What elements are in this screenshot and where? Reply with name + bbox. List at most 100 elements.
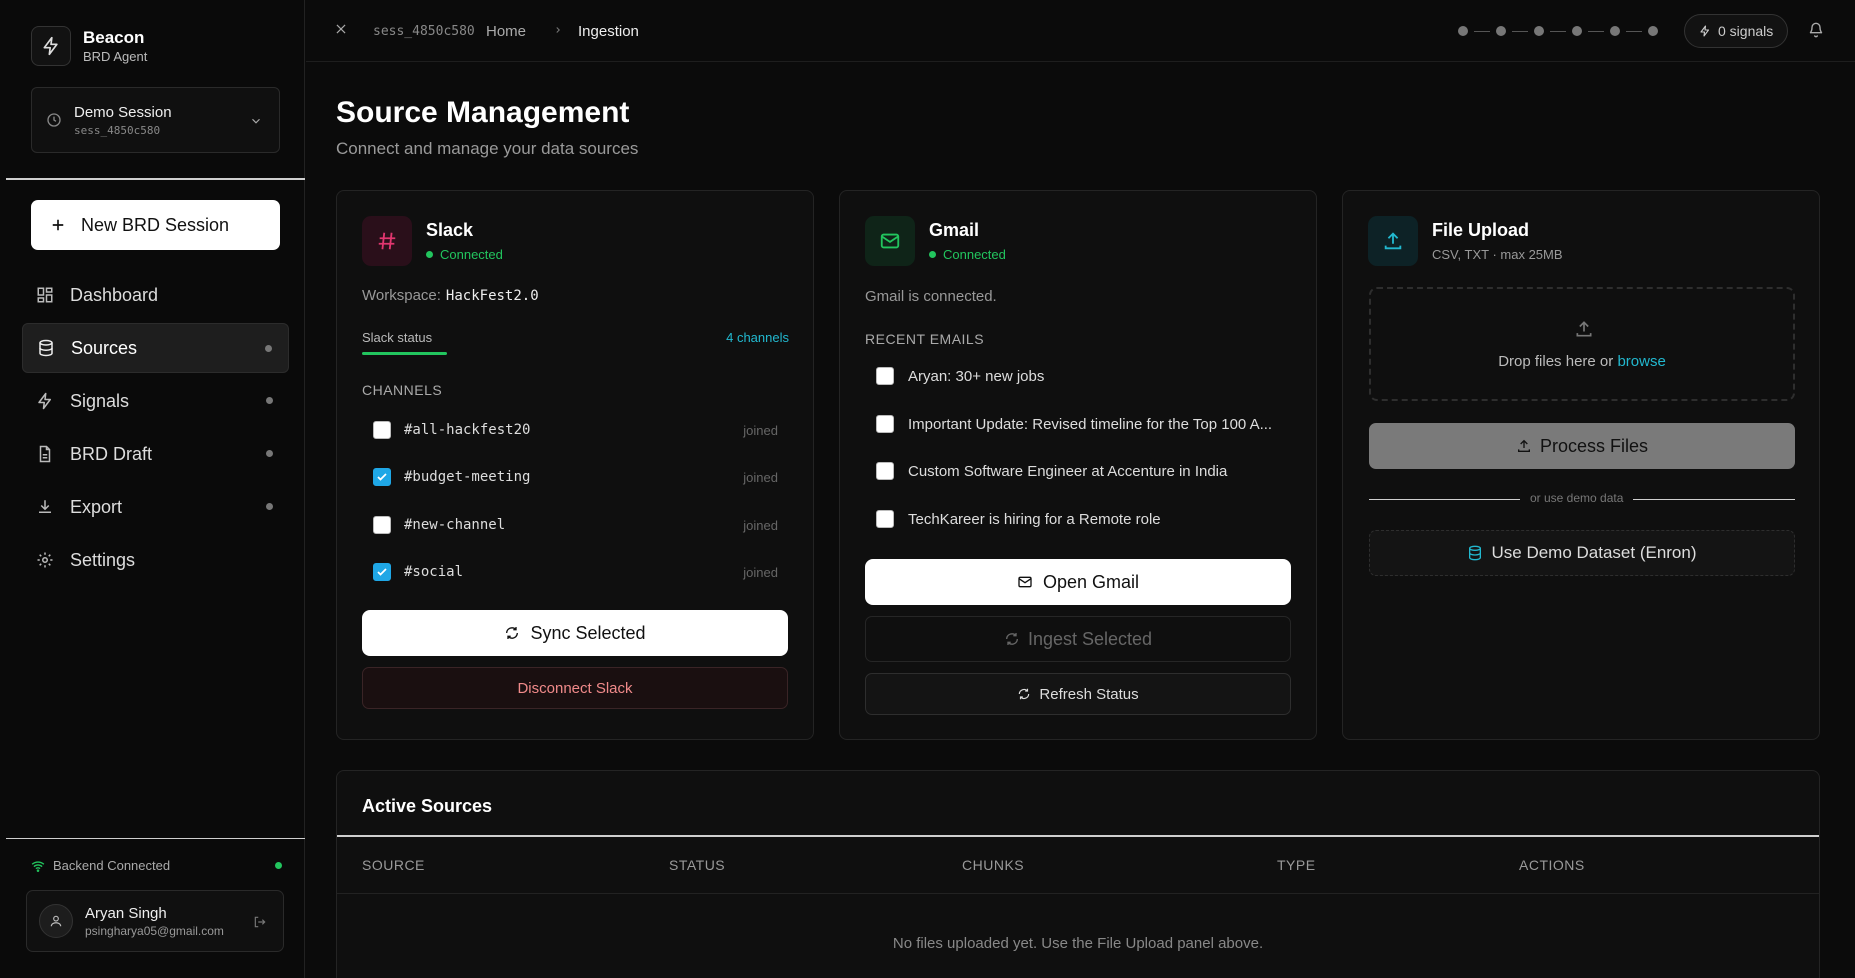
chevron-right-icon xyxy=(553,25,563,35)
breadcrumb-current: Ingestion xyxy=(578,23,639,40)
sync-selected-button[interactable]: Sync Selected xyxy=(362,610,788,656)
sidebar-item-brd-draft[interactable]: BRD Draft xyxy=(22,429,289,479)
gmail-status-label: Connected xyxy=(943,247,1006,262)
channel-checkbox[interactable] xyxy=(373,563,391,581)
ingest-selected-label: Ingest Selected xyxy=(1027,628,1153,649)
close-icon[interactable] xyxy=(334,22,348,36)
step-dot xyxy=(1496,26,1506,36)
brand-logo-bolt-icon xyxy=(31,26,71,66)
use-demo-dataset-button[interactable]: Use Demo Dataset (Enron) xyxy=(1369,530,1795,576)
list-item[interactable]: Aryan: 30+ new jobs xyxy=(876,367,1044,385)
email-checkbox[interactable] xyxy=(876,462,894,480)
channel-name: #all-hackfest20 xyxy=(404,422,531,438)
list-item[interactable]: Important Update: Revised timeline for t… xyxy=(876,415,1272,433)
slack-status-label: Connected xyxy=(440,247,503,262)
download-icon xyxy=(36,498,54,516)
column-header-status: STATUS xyxy=(669,857,726,873)
sidebar-item-settings[interactable]: Settings xyxy=(22,535,289,585)
chevron-down-icon xyxy=(249,114,263,128)
channel-checkbox[interactable] xyxy=(373,421,391,439)
email-checkbox[interactable] xyxy=(876,367,894,385)
mail-icon xyxy=(865,216,915,266)
channel-name: #new-channel xyxy=(404,517,506,533)
backend-status: Backend Connected xyxy=(31,858,282,873)
sidebar-item-signals[interactable]: Signals xyxy=(22,376,289,426)
open-gmail-button[interactable]: Open Gmail xyxy=(865,559,1291,605)
email-subject: Custom Software Engineer at Accenture in… xyxy=(908,462,1228,480)
database-icon xyxy=(1467,545,1483,561)
list-item[interactable]: #budget-meeting joined xyxy=(373,468,778,486)
step-dot xyxy=(1458,26,1468,36)
step-dot xyxy=(1648,26,1658,36)
channel-checkbox[interactable] xyxy=(373,516,391,534)
sidebar-bottom-divider xyxy=(6,838,305,839)
channel-checkbox[interactable] xyxy=(373,468,391,486)
database-icon xyxy=(37,339,55,357)
sidebar-item-label: Dashboard xyxy=(70,284,159,305)
sidebar-item-label: Signals xyxy=(70,390,130,411)
ingest-selected-button[interactable]: Ingest Selected xyxy=(865,616,1291,662)
signals-badge[interactable]: 0 signals xyxy=(1684,14,1789,48)
gmail-title: Gmail xyxy=(929,220,980,240)
column-header-source: SOURCE xyxy=(362,857,425,873)
brand-name: Beacon xyxy=(83,28,145,47)
gmail-note: Gmail is connected. xyxy=(865,288,997,305)
backend-status-label: Backend Connected xyxy=(53,858,171,873)
email-subject: TechKareer is hiring for a Remote role xyxy=(908,510,1161,528)
step-dot xyxy=(1572,26,1582,36)
channels-heading: CHANNELS xyxy=(362,382,443,398)
document-icon xyxy=(36,445,54,463)
open-gmail-label: Open Gmail xyxy=(1042,571,1140,592)
list-item[interactable]: #social joined xyxy=(373,563,778,581)
new-brd-session-button[interactable]: New BRD Session xyxy=(31,200,280,250)
email-checkbox[interactable] xyxy=(876,415,894,433)
file-dropzone[interactable]: Drop files here or browse xyxy=(1369,287,1795,401)
sidebar-item-label: Export xyxy=(70,496,123,517)
sidebar-item-indicator xyxy=(265,345,272,352)
breadcrumb-home[interactable]: Home xyxy=(486,23,526,40)
clock-icon xyxy=(46,112,62,128)
email-subject: Important Update: Revised timeline for t… xyxy=(908,415,1273,433)
sidebar-item-sources[interactable]: Sources xyxy=(22,323,289,373)
gmail-status: Connected xyxy=(929,247,1006,262)
sidebar: Beacon BRD Agent Demo Session sess_4850c… xyxy=(0,0,305,978)
sidebar-item-dashboard[interactable]: Dashboard xyxy=(22,270,289,320)
sidebar-item-label: Settings xyxy=(70,549,136,570)
email-checkbox[interactable] xyxy=(876,510,894,528)
session-selector[interactable]: Demo Session sess_4850c580 xyxy=(31,87,280,153)
gmail-card: Gmail Connected Gmail is connected. RECE… xyxy=(839,190,1317,740)
logout-icon[interactable] xyxy=(253,915,267,929)
process-files-button[interactable]: Process Files xyxy=(1369,423,1795,469)
upload-icon xyxy=(1368,216,1418,266)
recent-emails-heading: RECENT EMAILS xyxy=(865,331,985,347)
user-profile[interactable]: Aryan Singh psingharya05@gmail.com xyxy=(26,890,284,952)
slack-status-bar xyxy=(362,352,447,355)
gmail-header: Gmail Connected xyxy=(865,216,1006,266)
channel-count: 4 channels xyxy=(726,330,789,345)
column-header-type: TYPE xyxy=(1277,857,1316,873)
workspace-label: Workspace: xyxy=(362,287,441,304)
sidebar-item-indicator xyxy=(266,450,273,457)
list-item[interactable]: #all-hackfest20 joined xyxy=(373,421,778,439)
channel-state: joined xyxy=(743,469,778,485)
column-header-actions: ACTIONS xyxy=(1519,857,1585,873)
empty-state-text: No files uploaded yet. Use the File Uplo… xyxy=(892,935,1264,952)
sidebar-item-export[interactable]: Export xyxy=(22,482,289,532)
refresh-status-button[interactable]: Refresh Status xyxy=(865,673,1291,715)
table-header-divider xyxy=(337,835,1819,837)
upload-title: File Upload xyxy=(1432,220,1530,240)
refresh-icon xyxy=(1017,687,1031,701)
list-item[interactable]: #new-channel joined xyxy=(373,516,778,534)
list-item[interactable]: Custom Software Engineer at Accenture in… xyxy=(876,462,1227,480)
refresh-icon xyxy=(1004,631,1020,647)
progress-steps xyxy=(1458,26,1658,36)
browse-link[interactable]: browse xyxy=(1617,353,1665,370)
wifi-icon xyxy=(31,859,45,873)
topbar: sess_4850c580 Home Ingestion 0 signals xyxy=(306,0,1855,62)
process-files-label: Process Files xyxy=(1539,435,1649,456)
refresh-icon xyxy=(504,625,520,641)
disconnect-slack-button[interactable]: Disconnect Slack xyxy=(362,667,788,709)
slack-status-label-text: Slack status xyxy=(362,330,433,345)
bell-icon[interactable] xyxy=(1808,22,1824,38)
list-item[interactable]: TechKareer is hiring for a Remote role xyxy=(876,510,1161,528)
